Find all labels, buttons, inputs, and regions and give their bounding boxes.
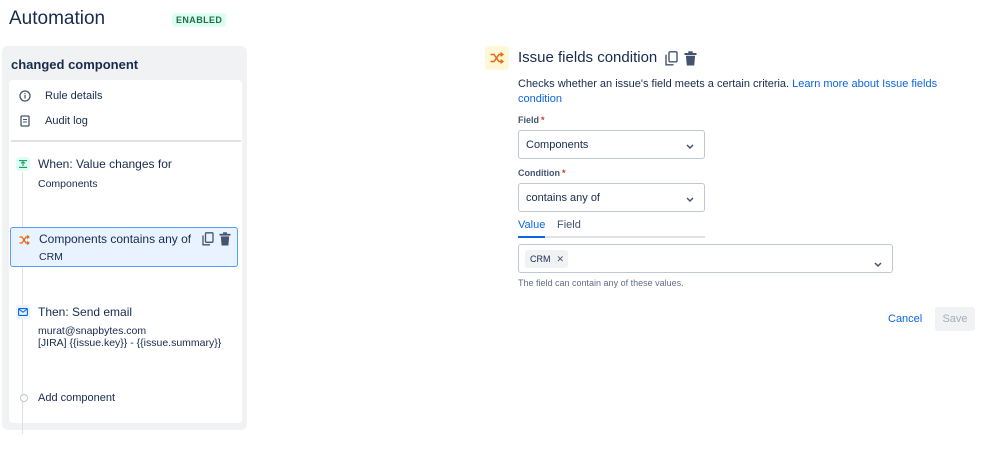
save-button[interactable]: Save bbox=[935, 307, 975, 331]
field-select[interactable]: Components bbox=[518, 130, 705, 159]
shuffle-icon bbox=[17, 233, 31, 247]
tab-value[interactable]: Value bbox=[518, 219, 545, 231]
panel-title: Issue fields condition bbox=[518, 49, 658, 66]
chevron-down-icon bbox=[686, 194, 694, 206]
condition-label: Condition * bbox=[518, 168, 566, 178]
field-label-text: Field bbox=[518, 115, 540, 125]
menu-item-label: Rule details bbox=[45, 90, 103, 102]
chevron-down-icon bbox=[686, 141, 694, 153]
remove-tag-icon[interactable]: ✕ bbox=[557, 254, 565, 265]
condition-select-value: contains any of bbox=[526, 191, 600, 204]
trigger-icon bbox=[16, 157, 30, 171]
step-subtitle: CRM bbox=[39, 251, 63, 263]
shuffle-icon bbox=[485, 46, 509, 70]
cancel-button[interactable]: Cancel bbox=[881, 308, 929, 330]
required-marker: * bbox=[562, 168, 566, 178]
trash-icon[interactable] bbox=[219, 232, 231, 251]
divider bbox=[11, 140, 241, 142]
step-actions bbox=[202, 232, 231, 251]
trigger-step[interactable]: When: Value changes for Components bbox=[10, 157, 238, 197]
rule-card: Rule details Audit log When: Value chang… bbox=[9, 80, 242, 434]
menu-item-label: Audit log bbox=[45, 115, 88, 127]
step-title: Then: Send email bbox=[38, 305, 133, 319]
rule-sidebar: changed component Rule details Audit log… bbox=[2, 46, 247, 434]
menu-item-rule-details[interactable]: Rule details bbox=[18, 86, 102, 106]
status-badge: ENABLED bbox=[172, 13, 227, 27]
page-title: Automation bbox=[9, 8, 106, 29]
required-marker: * bbox=[541, 115, 545, 125]
description-text: Checks whether an issue's field meets a … bbox=[518, 78, 790, 90]
copy-icon[interactable] bbox=[665, 51, 678, 71]
copy-icon[interactable] bbox=[202, 232, 214, 251]
step-title: Components contains any of bbox=[39, 232, 192, 246]
value-tag-label: CRM bbox=[530, 254, 551, 264]
value-tabs: Value Field bbox=[518, 217, 705, 238]
condition-select[interactable]: contains any of bbox=[518, 183, 705, 212]
panel-description: Checks whether an issue's field meets a … bbox=[518, 77, 948, 107]
tab-field[interactable]: Field bbox=[557, 219, 581, 231]
add-component-label: Add component bbox=[38, 392, 116, 404]
chevron-down-icon[interactable] bbox=[874, 255, 882, 273]
values-multi-select[interactable]: CRM ✕ bbox=[518, 244, 893, 273]
menu-item-audit-log[interactable]: Audit log bbox=[18, 111, 88, 131]
email-recipient: murat@snapbytes.com bbox=[38, 325, 147, 337]
trash-icon[interactable] bbox=[684, 51, 697, 71]
field-select-value: Components bbox=[526, 138, 589, 151]
field-label: Field * bbox=[518, 115, 545, 125]
condition-label-text: Condition bbox=[518, 168, 560, 178]
action-step[interactable]: Then: Send email murat@snapbytes.com [JI… bbox=[10, 305, 238, 355]
help-text: The field can contain any of these value… bbox=[518, 278, 684, 288]
add-dot-icon bbox=[20, 394, 28, 402]
mail-icon bbox=[16, 305, 30, 319]
info-icon bbox=[18, 89, 32, 103]
audit-log-icon bbox=[18, 114, 32, 128]
add-component-button[interactable]: Add component bbox=[10, 391, 238, 409]
step-subtitle: Components bbox=[38, 178, 98, 190]
email-subject: [JIRA] {{issue.key}} - {{issue.summary}} bbox=[38, 337, 222, 349]
value-tag: CRM ✕ bbox=[525, 250, 569, 268]
condition-step[interactable]: Components contains any of CRM bbox=[10, 227, 238, 267]
active-tab-indicator bbox=[518, 236, 545, 238]
rule-name: changed component bbox=[11, 57, 139, 72]
step-title: When: Value changes for bbox=[38, 157, 172, 171]
panel-actions bbox=[665, 51, 697, 71]
